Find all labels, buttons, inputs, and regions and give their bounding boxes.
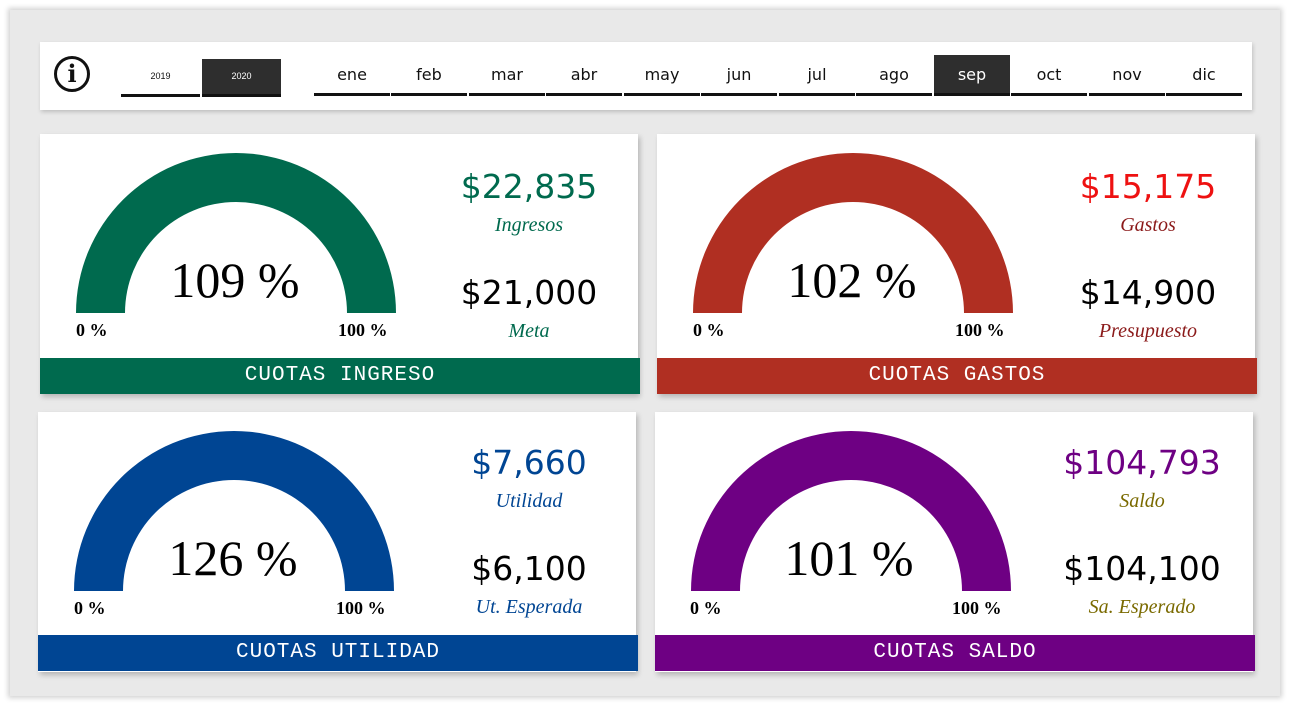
actual-amount-utilidad: $7,660 <box>471 443 587 482</box>
month-button-may[interactable]: may <box>624 55 700 96</box>
filter-bar: i 2019 2020 ene feb mar abr may jun jul … <box>40 42 1252 110</box>
card-title-ingreso: CUOTAS INGRESO <box>40 358 640 394</box>
month-button-sep[interactable]: sep <box>934 55 1010 96</box>
gauge-percent-gastos: 102 % <box>787 252 917 308</box>
year-button-2019[interactable]: 2019 <box>121 59 200 97</box>
month-button-jul[interactable]: jul <box>779 55 855 96</box>
month-button-nov[interactable]: nov <box>1089 55 1165 96</box>
target-label-utilidad: Ut. Esperada <box>475 596 583 618</box>
actual-amount-gastos: $15,175 <box>1079 167 1217 206</box>
gauge-min-label-utilidad: 0 % <box>74 598 106 618</box>
gauge-max-label-ingreso: 100 % <box>338 320 388 340</box>
gauge-percent-utilidad: 126 % <box>168 530 298 586</box>
card-title-saldo: CUOTAS SALDO <box>655 635 1255 671</box>
month-button-jun[interactable]: jun <box>701 55 777 96</box>
gauge-min-label-gastos: 0 % <box>693 320 725 340</box>
month-button-dic[interactable]: dic <box>1166 55 1242 96</box>
month-button-mar[interactable]: mar <box>469 55 545 96</box>
gauge-percent-saldo: 101 % <box>784 530 914 586</box>
actual-amount-ingreso: $22,835 <box>460 167 598 206</box>
year-button-2020[interactable]: 2020 <box>202 59 281 97</box>
target-label-gastos: Presupuesto <box>1098 320 1198 342</box>
actual-label-saldo: Saldo <box>1119 490 1165 512</box>
target-amount-utilidad: $6,100 <box>471 549 587 588</box>
gauge-min-label-saldo: 0 % <box>690 598 722 618</box>
card-title-utilidad: CUOTAS UTILIDAD <box>38 635 638 671</box>
actual-amount-saldo: $104,793 <box>1063 443 1221 482</box>
info-icon-glyph: i <box>67 59 77 88</box>
month-button-ene[interactable]: ene <box>314 55 390 96</box>
gauge-max-label-saldo: 100 % <box>952 598 1002 618</box>
kpi-card-ingreso: 109 % 0 % 100 % $22,835 Ingresos $21,000… <box>40 134 640 394</box>
month-button-oct[interactable]: oct <box>1011 55 1087 96</box>
target-label-saldo: Sa. Esperado <box>1088 596 1196 618</box>
target-label-ingreso: Meta <box>508 320 550 342</box>
kpi-card-utilidad: 126 % 0 % 100 % $7,660 Utilidad $6,100 U… <box>38 412 638 672</box>
month-button-feb[interactable]: feb <box>391 55 467 96</box>
card-title-gastos: CUOTAS GASTOS <box>657 358 1257 394</box>
month-button-ago[interactable]: ago <box>856 55 932 96</box>
kpi-card-gastos: 102 % 0 % 100 % $15,175 Gastos $14,900 P… <box>657 134 1257 394</box>
kpi-card-saldo: 101 % 0 % 100 % $104,793 Saldo $104,100 … <box>655 412 1255 672</box>
month-button-abr[interactable]: abr <box>546 55 622 96</box>
actual-label-gastos: Gastos <box>1120 214 1176 236</box>
gauge-max-label-utilidad: 100 % <box>336 598 386 618</box>
target-amount-gastos: $14,900 <box>1079 273 1217 312</box>
gauge-min-label-ingreso: 0 % <box>76 320 108 340</box>
gauge-max-label-gastos: 100 % <box>955 320 1005 340</box>
actual-label-utilidad: Utilidad <box>495 490 563 512</box>
actual-label-ingreso: Ingresos <box>494 214 564 236</box>
target-amount-ingreso: $21,000 <box>460 273 598 312</box>
gauge-percent-ingreso: 109 % <box>170 252 300 308</box>
target-amount-saldo: $104,100 <box>1063 549 1221 588</box>
info-icon[interactable]: i <box>54 56 90 92</box>
